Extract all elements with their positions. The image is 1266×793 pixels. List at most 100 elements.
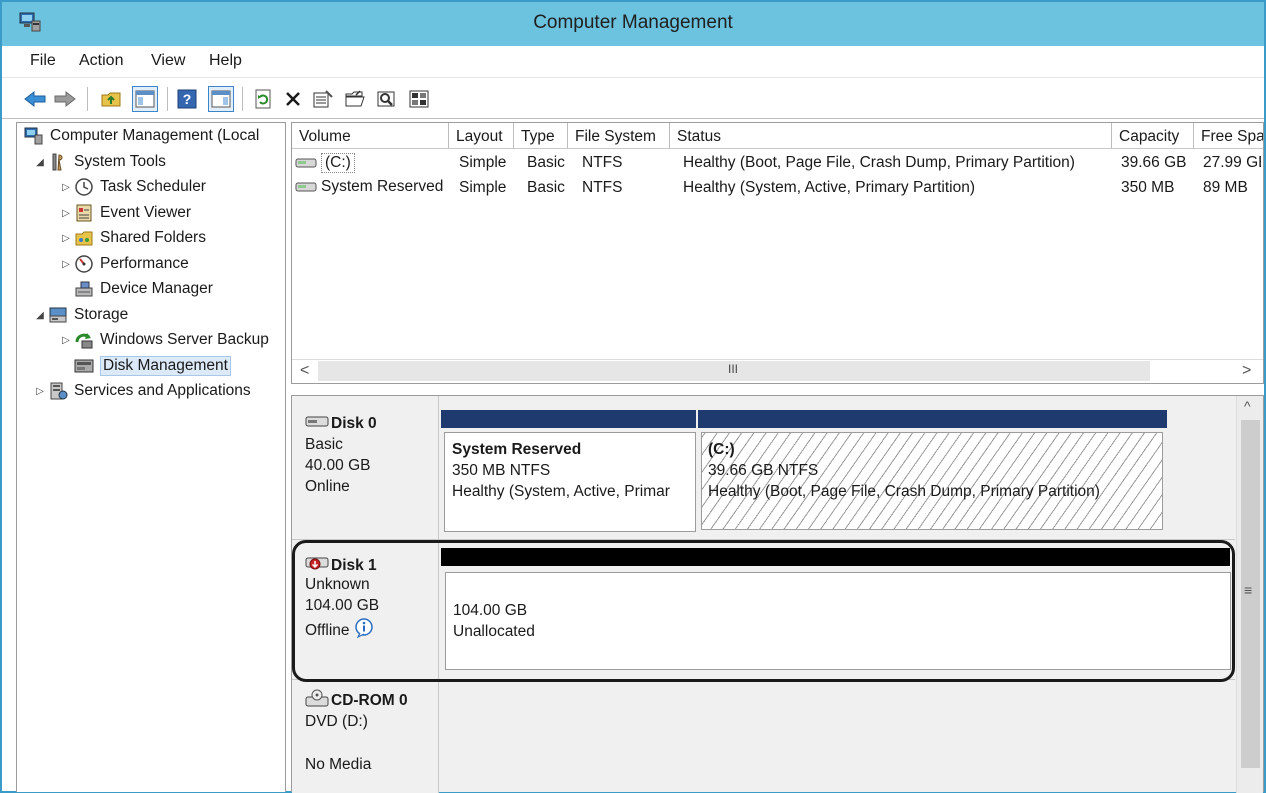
scroll-right-icon[interactable]: > <box>1242 362 1251 380</box>
hard-disk-icon <box>305 414 329 433</box>
collapse-icon[interactable]: ◢ <box>33 310 47 321</box>
cdrom-0-media: No Media <box>305 756 372 773</box>
properties-icon[interactable] <box>310 86 336 112</box>
delete-icon[interactable] <box>280 86 306 112</box>
tree-label: Device Manager <box>100 280 213 297</box>
partition-status: Healthy (System, Active, Primar <box>452 483 670 500</box>
tree-item-disk-management[interactable]: Disk Management <box>73 355 231 377</box>
partition-strip-primary <box>441 410 696 428</box>
tree-item-computer-management[interactable]: Computer Management (Local <box>23 125 259 147</box>
partition-system-reserved[interactable]: System Reserved 350 MB NTFS Healthy (Sys… <box>444 432 696 532</box>
column-header-layout[interactable]: Layout <box>449 123 514 149</box>
tree-item-services-and-applications[interactable]: ▷ Services and Applications <box>33 380 251 402</box>
window-title: Computer Management <box>533 12 733 33</box>
expand-icon[interactable]: ▷ <box>59 208 73 219</box>
disk-settings-icon[interactable] <box>406 86 432 112</box>
partition-size: 350 MB NTFS <box>452 462 551 479</box>
menu-file[interactable]: File <box>30 52 56 70</box>
volume-name: System Reserved <box>321 178 444 195</box>
disk-1-name: Disk 1 <box>305 554 377 577</box>
tree-label: Services and Applications <box>74 382 251 399</box>
computer-management-icon <box>23 126 45 146</box>
tree-label: Task Scheduler <box>100 178 206 195</box>
storage-icon <box>47 305 69 325</box>
tree-item-shared-folders[interactable]: ▷ Shared Folders <box>59 227 206 249</box>
volume-list-pane: Volume Layout Type File System Status Ca… <box>291 122 1264 384</box>
volume-free-space: 27.99 GB <box>1203 154 1261 171</box>
tree-item-storage[interactable]: ◢ Storage <box>33 304 128 326</box>
back-arrow-icon[interactable] <box>22 86 48 112</box>
column-header-type[interactable]: Type <box>514 123 568 149</box>
volume-drive-icon <box>295 181 317 193</box>
tree-item-device-manager[interactable]: Device Manager <box>73 278 213 300</box>
expand-icon[interactable]: ▷ <box>33 386 47 397</box>
disk-0-name: Disk 0 <box>305 414 377 433</box>
volume-type: Basic <box>527 179 565 196</box>
table-row[interactable]: (C:) <box>295 153 355 173</box>
clock-icon <box>73 177 95 197</box>
partition-name: (C:) <box>708 441 735 458</box>
expand-icon[interactable]: ▷ <box>59 182 73 193</box>
toolbar-separator <box>87 87 88 111</box>
column-header-capacity[interactable]: Capacity <box>1112 123 1194 149</box>
event-log-icon <box>73 203 95 223</box>
forward-arrow-icon[interactable] <box>52 86 78 112</box>
column-header-file-system[interactable]: File System <box>568 123 670 149</box>
volume-name: (C:) <box>321 153 355 173</box>
disk-1-label-panel[interactable]: Disk 1 Unknown 104.00 GB Offline <box>292 540 439 679</box>
toolbar-separator <box>167 87 168 111</box>
menu-action[interactable]: Action <box>79 52 123 70</box>
scroll-grip-icon: ≡ <box>1244 582 1253 598</box>
partition-status: Unallocated <box>453 623 535 640</box>
menu-help[interactable]: Help <box>209 52 242 70</box>
disk-layout-pane: Disk 0 Basic 40.00 GB Online System Rese… <box>291 395 1264 793</box>
partition-c-drive[interactable]: (C:) 39.66 GB NTFS Healthy (Boot, Page F… <box>701 432 1163 530</box>
expand-icon[interactable]: ▷ <box>59 335 73 346</box>
show-hide-action-pane-icon[interactable] <box>208 86 234 112</box>
tree-label: Shared Folders <box>100 229 206 246</box>
tree-item-windows-server-backup[interactable]: ▷ Windows Server Backup <box>59 329 269 351</box>
tree-item-system-tools[interactable]: ◢ System Tools <box>33 151 166 173</box>
horizontal-scrollbar[interactable]: < III > <box>292 359 1263 383</box>
cdrom-0-label-panel[interactable]: CD-ROM 0 DVD (D:) No Media <box>292 680 439 793</box>
volume-type: Basic <box>527 154 565 171</box>
volume-file-system: NTFS <box>582 179 623 196</box>
backup-icon <box>73 330 95 350</box>
open-folder-icon[interactable] <box>342 86 368 112</box>
help-icon[interactable]: ? <box>174 86 200 112</box>
info-icon[interactable] <box>354 618 376 643</box>
tree-item-performance[interactable]: ▷ Performance <box>59 253 189 275</box>
disk-0-label-panel[interactable]: Disk 0 Basic 40.00 GB Online <box>292 396 439 539</box>
table-row[interactable]: System Reserved <box>295 178 443 196</box>
partition-size: 104.00 GB <box>453 602 528 619</box>
toolbar-separator <box>242 87 243 111</box>
refresh-icon[interactable] <box>250 86 276 112</box>
console-tree: Computer Management (Local ◢ System Tool… <box>16 122 286 792</box>
volume-status: Healthy (System, Active, Primary Partiti… <box>683 179 975 196</box>
collapse-icon[interactable]: ◢ <box>33 157 47 168</box>
partition-unallocated[interactable]: 104.00 GB Unallocated <box>445 572 1231 670</box>
column-header-status[interactable]: Status <box>670 123 1112 149</box>
up-folder-icon[interactable] <box>98 86 124 112</box>
magnifier-icon[interactable] <box>374 86 400 112</box>
partition-name: System Reserved <box>452 441 582 458</box>
tree-label: Storage <box>74 306 129 323</box>
volume-layout: Simple <box>459 154 507 171</box>
show-hide-console-tree-icon[interactable] <box>132 86 158 112</box>
scroll-up-icon[interactable]: ^ <box>1244 398 1251 414</box>
menu-view[interactable]: View <box>151 52 185 70</box>
title-bar[interactable]: Computer Management <box>2 2 1264 46</box>
disk-management-icon <box>73 356 95 376</box>
volume-status: Healthy (Boot, Page File, Crash Dump, Pr… <box>683 154 1075 171</box>
expand-icon[interactable]: ▷ <box>59 233 73 244</box>
tree-item-task-scheduler[interactable]: ▷ Task Scheduler <box>59 176 206 198</box>
partition-strip-primary <box>698 410 1167 428</box>
tree-label: Disk Management <box>100 356 231 376</box>
tree-item-event-viewer[interactable]: ▷ Event Viewer <box>59 202 191 224</box>
scroll-left-icon[interactable]: < <box>300 362 309 380</box>
expand-icon[interactable]: ▷ <box>59 259 73 270</box>
tree-label: Windows Server Backup <box>100 331 269 348</box>
vertical-scrollbar[interactable]: ^ ≡ <box>1236 396 1263 793</box>
column-header-free-space[interactable]: Free Spa <box>1194 123 1263 149</box>
column-header-volume[interactable]: Volume <box>292 123 449 149</box>
